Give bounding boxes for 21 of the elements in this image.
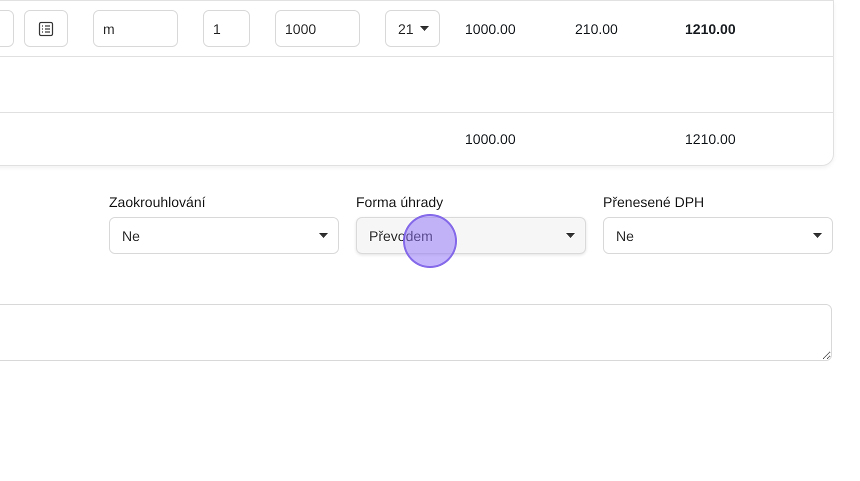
- quantity-field[interactable]: 1: [203, 10, 250, 47]
- vat-rate-select[interactable]: 21: [385, 10, 440, 47]
- unit-field[interactable]: m: [93, 10, 178, 47]
- list-button[interactable]: [24, 10, 68, 47]
- subtotal-sum-cell-text: 1000.00: [465, 131, 517, 147]
- caret-icon: [813, 233, 822, 238]
- caret-icon: [319, 233, 328, 238]
- total-cell: 1210.00: [685, 20, 736, 36]
- note-field[interactable]: [0, 304, 832, 361]
- field-label: Forma úhrady: [356, 194, 444, 210]
- list-icon: [38, 20, 54, 36]
- field-label: Zaokrouhlování: [109, 194, 207, 210]
- dropdown[interactable]: Ne: [603, 217, 833, 254]
- dropdown[interactable]: Ne: [109, 217, 339, 254]
- total-sum-cell: 1210.00: [685, 131, 736, 147]
- subtotal-cell-text: 1000.00: [465, 20, 517, 36]
- caret-icon: [420, 26, 429, 31]
- caret-icon: [566, 233, 575, 238]
- price-field[interactable]: 1000: [275, 10, 360, 47]
- field-label: Přenesené DPH: [603, 194, 706, 210]
- vat-cell-text: 210.00: [575, 20, 619, 36]
